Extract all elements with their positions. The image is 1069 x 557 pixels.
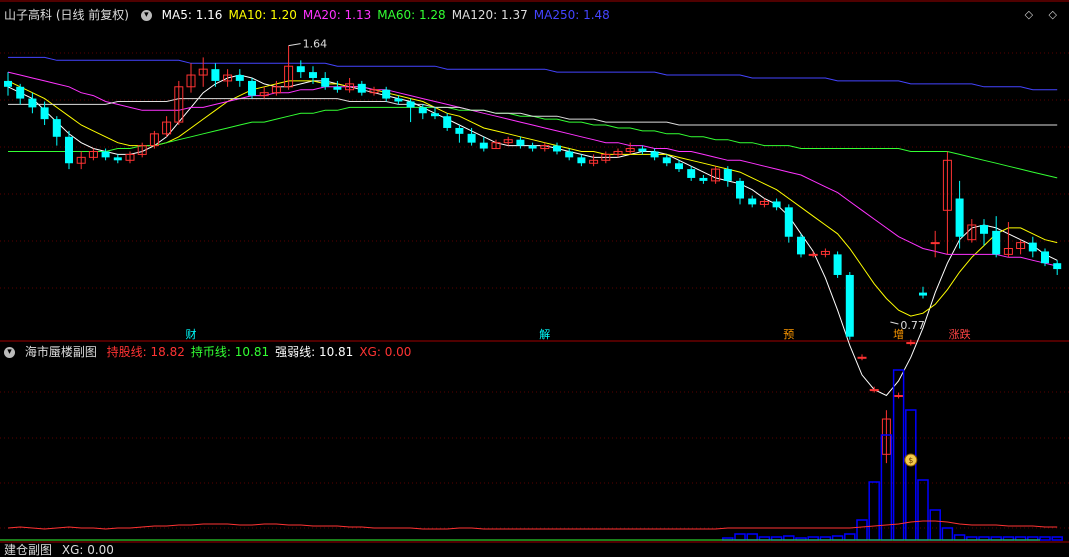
high-price-label: 1.64 [303,38,328,51]
sub-chart-bar [783,535,795,541]
candle-body [4,80,12,87]
candle-body [211,69,220,81]
event-marker: 预 [783,328,794,341]
candle-body [455,127,464,134]
sub-chart-bar [1051,536,1063,541]
candle-body [65,136,73,164]
event-marker: 涨跌 [949,327,971,341]
sub-chart-bar [746,533,758,541]
candle-body [845,274,854,337]
candle-body [333,86,342,90]
candle-body [1028,242,1037,252]
ma-line-ma5 [7,74,1058,397]
candle-body [406,101,415,108]
candle-body [894,395,904,397]
candle-body [248,80,256,96]
sub-chart-bar [929,509,941,541]
sub-chart-bar [905,409,917,541]
sub-chart-bar [941,527,954,541]
candle-body [772,201,781,208]
candle-body [1041,251,1049,264]
candle-body [808,253,818,256]
ma-line-ma60 [8,106,1058,179]
candle-body [113,157,122,161]
candle-body [394,98,403,102]
candle-body [980,224,988,234]
candle-body [321,77,330,87]
candle-body [101,151,110,158]
sub-chart-bar [868,481,880,541]
candle-body [418,107,427,114]
candle-body [955,198,964,237]
sub-chart-bar [844,533,856,541]
candle-body [296,66,305,73]
candle-body [577,157,586,164]
event-marker: 财 [186,327,197,341]
sub-chart-bar [917,479,929,541]
candle-body [857,356,867,359]
svg-text:$: $ [908,456,913,465]
candle-body [992,230,1001,255]
candle-body [833,254,842,275]
candle-body [723,169,732,181]
candle-body [467,133,476,143]
event-marker: 增 [893,327,904,341]
candle-body [797,236,805,255]
candle-body [699,177,708,181]
sub-chart-bar [831,535,844,541]
candle-body [52,119,61,137]
candle-body [784,207,793,237]
candle-body [930,242,940,245]
high-pointer [288,43,301,47]
kline-chart[interactable]: 1.640.77财解预增涨跌$ [0,0,1069,555]
candle-body [40,107,49,120]
money-bag-icon: $ [904,453,918,467]
candle-body [16,86,25,99]
candle-body [479,142,488,149]
candle-body [1053,263,1062,270]
candle-body [309,72,317,78]
candle-body [869,389,879,392]
candle-body [650,151,659,158]
candle-body [662,157,671,164]
event-marker: 解 [539,327,550,341]
sub-chart-bar [1039,536,1051,541]
candle-body [687,169,696,178]
ma-line-ma250 [8,56,1058,91]
candle-body [748,198,757,205]
candle-body [357,83,366,93]
low-pointer [890,321,899,325]
candle-body [443,116,452,128]
sub-chart-bar [953,534,966,541]
candle-body [553,145,561,152]
candle-body [675,163,683,170]
candle-body [235,75,244,81]
candle-body [382,89,391,99]
candle-body [431,113,439,117]
candle-body [736,180,744,199]
ma-line-ma120 [8,98,1058,126]
sub-chart-bar [856,519,868,541]
candle-body [28,98,37,108]
candle-body [638,148,647,152]
candle-body [516,139,525,146]
candle-body [565,151,574,158]
candle-body [528,145,537,149]
candle-body [919,292,927,296]
sub-chart-bar [734,533,746,541]
candle-body [906,342,916,345]
